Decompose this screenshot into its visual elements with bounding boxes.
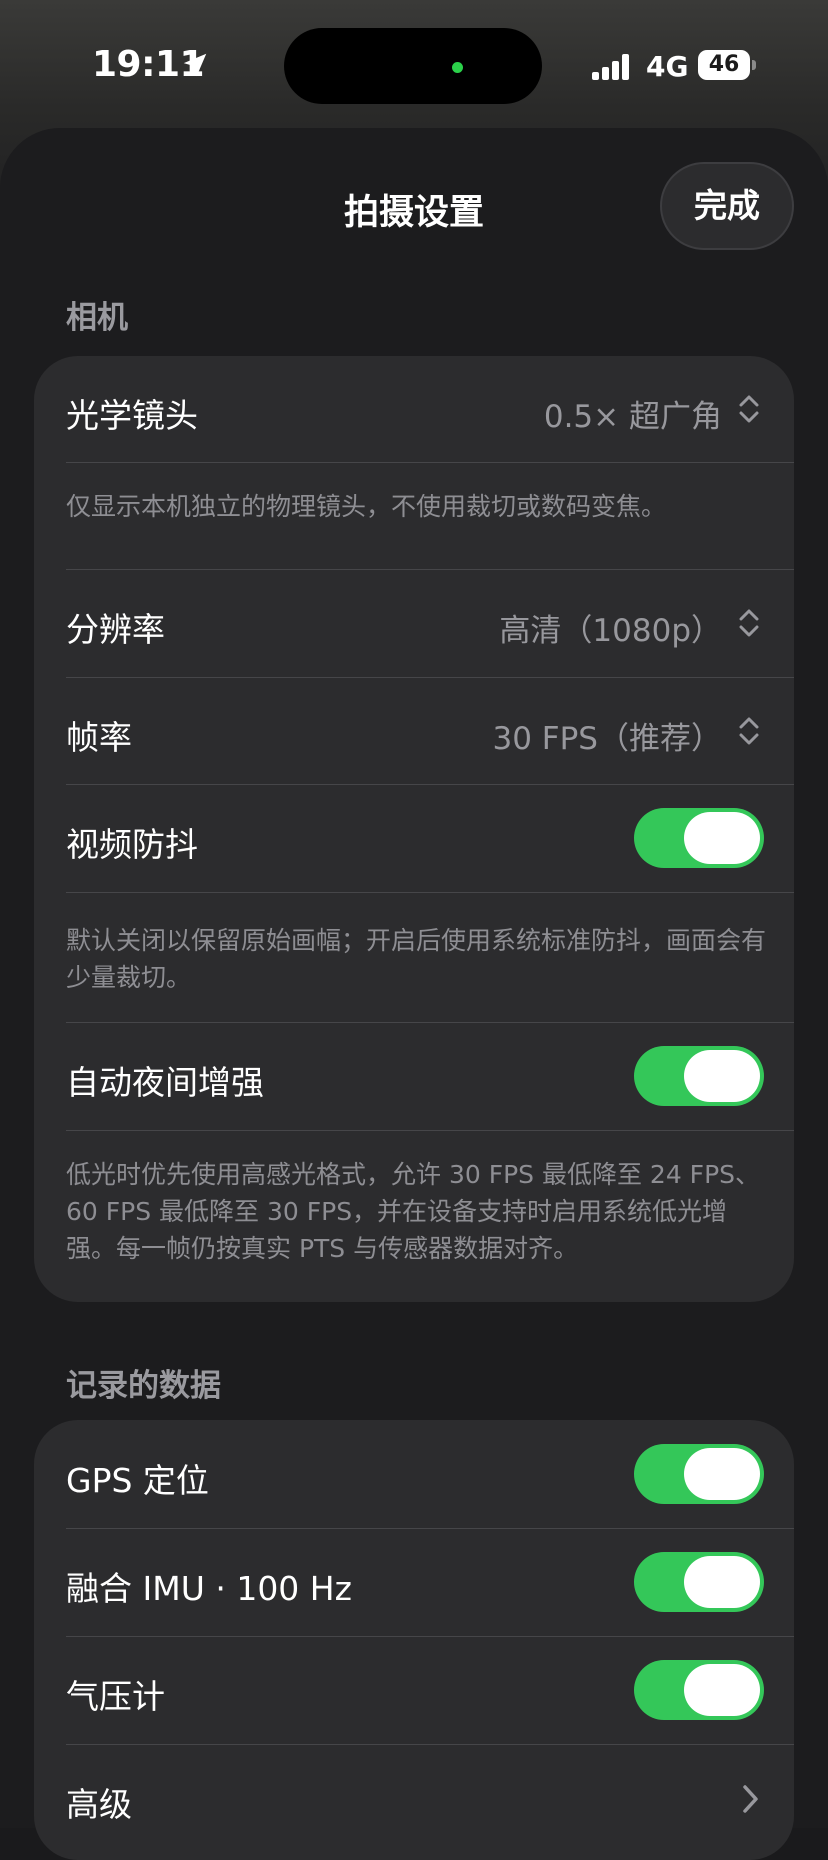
chevron-right-icon [743, 1785, 758, 1813]
battery-icon: 46 [698, 50, 750, 80]
advanced-label: 高级 [66, 1785, 132, 1824]
lens-footnote: 仅显示本机独立的物理镜头，不使用裁切或数码变焦。 [66, 492, 667, 521]
gps-label: GPS 定位 [66, 1461, 209, 1500]
advanced-row[interactable]: 高级 [34, 1744, 794, 1852]
divider [66, 892, 794, 893]
barometer-toggle[interactable] [634, 1660, 764, 1720]
imu-label: 融合 IMU · 100 Hz [66, 1569, 352, 1608]
toggle-knob [684, 812, 760, 864]
imu-toggle[interactable] [634, 1552, 764, 1612]
location-arrow-icon [183, 53, 207, 77]
resolution-row[interactable]: 分辨率 高清（1080p） [34, 569, 794, 677]
stabilization-footnote: 默认关闭以保留原始画幅；开启后使用系统标准防抖，画面会有少量裁切。 [66, 926, 767, 992]
lens-row[interactable]: 光学镜头 0.5× 超广角 [34, 356, 794, 462]
cellular-signal-icon [592, 54, 629, 80]
barometer-label: 气压计 [66, 1677, 165, 1716]
data-section-header: 记录的数据 [66, 1368, 221, 1404]
toggle-knob [684, 1448, 760, 1500]
settings-sheet: 拍摄设置 完成 相机 光学镜头 0.5× 超广角 仅显示本机独立的物理镜头，不使… [0, 128, 828, 1860]
stabilization-toggle[interactable] [634, 808, 764, 868]
frame-rate-label: 帧率 [66, 718, 132, 757]
barometer-row: 气压计 [34, 1636, 794, 1744]
divider [66, 462, 794, 463]
lens-value: 0.5× 超广角 [543, 399, 722, 435]
lens-label: 光学镜头 [66, 396, 198, 435]
frame-rate-value: 30 FPS（推荐） [492, 721, 722, 757]
divider [66, 1130, 794, 1131]
chevron-updown-icon [739, 395, 759, 423]
battery-cap [752, 60, 756, 70]
night-boost-row: 自动夜间增强 [34, 1022, 794, 1130]
done-button[interactable]: 完成 [660, 162, 794, 250]
imu-row: 融合 IMU · 100 Hz [34, 1528, 794, 1636]
frame-rate-row[interactable]: 帧率 30 FPS（推荐） [34, 677, 794, 784]
toggle-knob [684, 1050, 760, 1102]
network-type: 4G [646, 50, 689, 83]
battery-level: 46 [708, 52, 740, 77]
night-boost-label: 自动夜间增强 [66, 1063, 264, 1102]
toggle-knob [684, 1664, 760, 1716]
night-boost-footnote: 低光时优先使用高感光格式，允许 30 FPS 最低降至 24 FPS、60 FP… [66, 1160, 761, 1263]
stabilization-row: 视频防抖 [34, 784, 794, 892]
status-bar: 19:11 4G 46 [0, 0, 828, 130]
gps-toggle[interactable] [634, 1444, 764, 1504]
gps-row: GPS 定位 [34, 1420, 794, 1528]
chevron-updown-icon [739, 609, 759, 637]
recorded-data-card: GPS 定位 融合 IMU · 100 Hz 气压计 高级 [34, 1420, 794, 1860]
camera-settings-card: 光学镜头 0.5× 超广角 仅显示本机独立的物理镜头，不使用裁切或数码变焦。 分… [34, 356, 794, 1302]
stabilization-label: 视频防抖 [66, 825, 198, 864]
toggle-knob [684, 1556, 760, 1608]
night-boost-toggle[interactable] [634, 1046, 764, 1106]
resolution-value: 高清（1080p） [499, 613, 722, 649]
camera-section-header: 相机 [66, 300, 128, 336]
resolution-label: 分辨率 [66, 610, 165, 649]
camera-indicator-dot [452, 62, 463, 73]
chevron-updown-icon [739, 717, 759, 745]
dynamic-island [284, 28, 542, 104]
